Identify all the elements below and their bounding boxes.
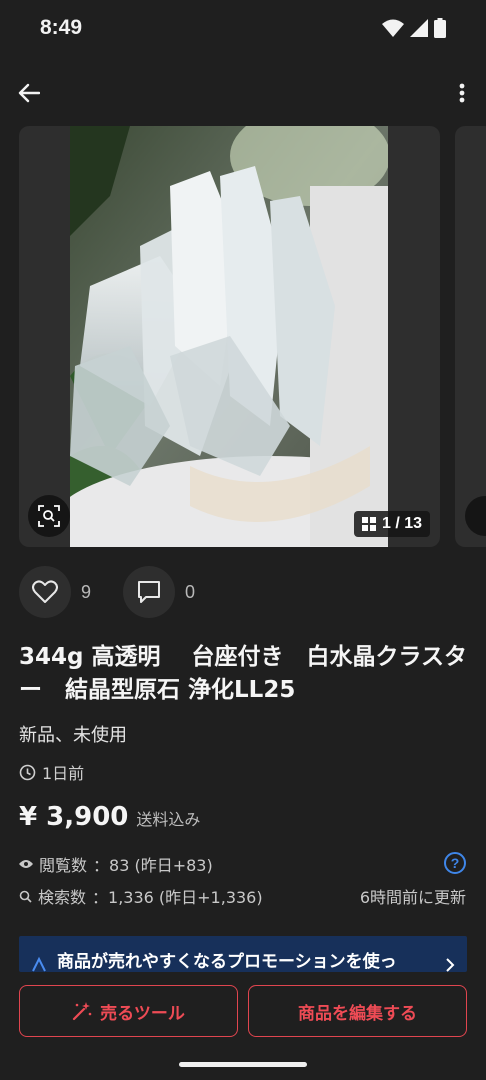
views-value: ：83 (昨日+83)	[93, 856, 213, 875]
item-price: ¥ 3,900	[19, 802, 129, 832]
next-zoom-icon	[465, 496, 486, 536]
zoom-button[interactable]	[28, 495, 70, 537]
like-count: 9	[81, 581, 92, 602]
battery-icon	[434, 18, 446, 38]
status-time: 8:49	[40, 16, 83, 39]
shipping-label: 送料込み	[136, 810, 201, 829]
help-icon: ?	[450, 855, 460, 871]
heart-icon	[32, 580, 58, 603]
wifi-icon	[382, 19, 404, 37]
updated-time: 6時間前に更新	[359, 888, 466, 907]
comment-button[interactable]	[123, 566, 176, 618]
edit-item-button[interactable]: 商品を編集する	[248, 985, 467, 1037]
comment-icon	[138, 581, 161, 603]
clock-icon	[19, 764, 36, 780]
status-bar: 8:49	[0, 0, 486, 60]
back-arrow-icon	[18, 83, 40, 103]
zoom-icon	[38, 505, 60, 527]
app-bar	[0, 64, 486, 122]
posted-time: 1日前	[19, 760, 84, 784]
views-label: 閲覧数	[39, 856, 88, 875]
help-button[interactable]: ?	[444, 852, 466, 874]
status-icons	[382, 18, 446, 38]
sell-tools-label: 売るツール	[100, 1003, 185, 1024]
back-button[interactable]	[12, 76, 46, 110]
search-value: ：1,336 (昨日+1,336)	[92, 888, 263, 907]
next-image-peek[interactable]	[455, 126, 486, 547]
eye-icon	[19, 860, 33, 868]
image-counter-text: 1 / 13	[381, 515, 422, 532]
item-condition: 新品、未使用	[19, 725, 127, 746]
magic-wand-icon	[73, 1002, 92, 1021]
search-stat: 検索数 ：1,336 (昨日+1,336)	[19, 884, 263, 908]
signal-icon	[410, 19, 428, 37]
more-options-button[interactable]	[452, 76, 472, 110]
promo-icon	[32, 956, 46, 972]
product-photo[interactable]	[70, 126, 388, 547]
search-label: 検索数	[38, 888, 87, 907]
image-counter: 1 / 13	[353, 511, 430, 537]
promotion-banner[interactable]: 商品が売れやすくなるプロモーションを使っ	[19, 936, 467, 972]
search-icon	[19, 890, 32, 903]
home-indicator[interactable]	[179, 1062, 307, 1067]
image-carousel[interactable]: 1 / 13	[19, 126, 440, 547]
price-row: ¥ 3,900 送料込み	[19, 802, 200, 832]
grid-icon	[361, 517, 376, 531]
sell-tools-button[interactable]: 売るツール	[19, 985, 238, 1037]
like-button[interactable]	[19, 566, 71, 618]
posted-time-text: 1日前	[42, 764, 85, 783]
reactions-row: 9 0	[19, 566, 227, 618]
chevron-right-icon	[446, 958, 455, 972]
item-title: 344g 高透明 台座付き 白水晶クラスター 結晶型原石 浄化LL25	[19, 644, 468, 703]
edit-item-label: 商品を編集する	[298, 1003, 417, 1024]
more-vert-icon	[459, 83, 465, 103]
comment-count: 0	[185, 581, 196, 602]
view-stat: 閲覧数 ：83 (昨日+83)	[19, 852, 213, 876]
promotion-text: 商品が売れやすくなるプロモーションを使っ	[57, 952, 397, 972]
